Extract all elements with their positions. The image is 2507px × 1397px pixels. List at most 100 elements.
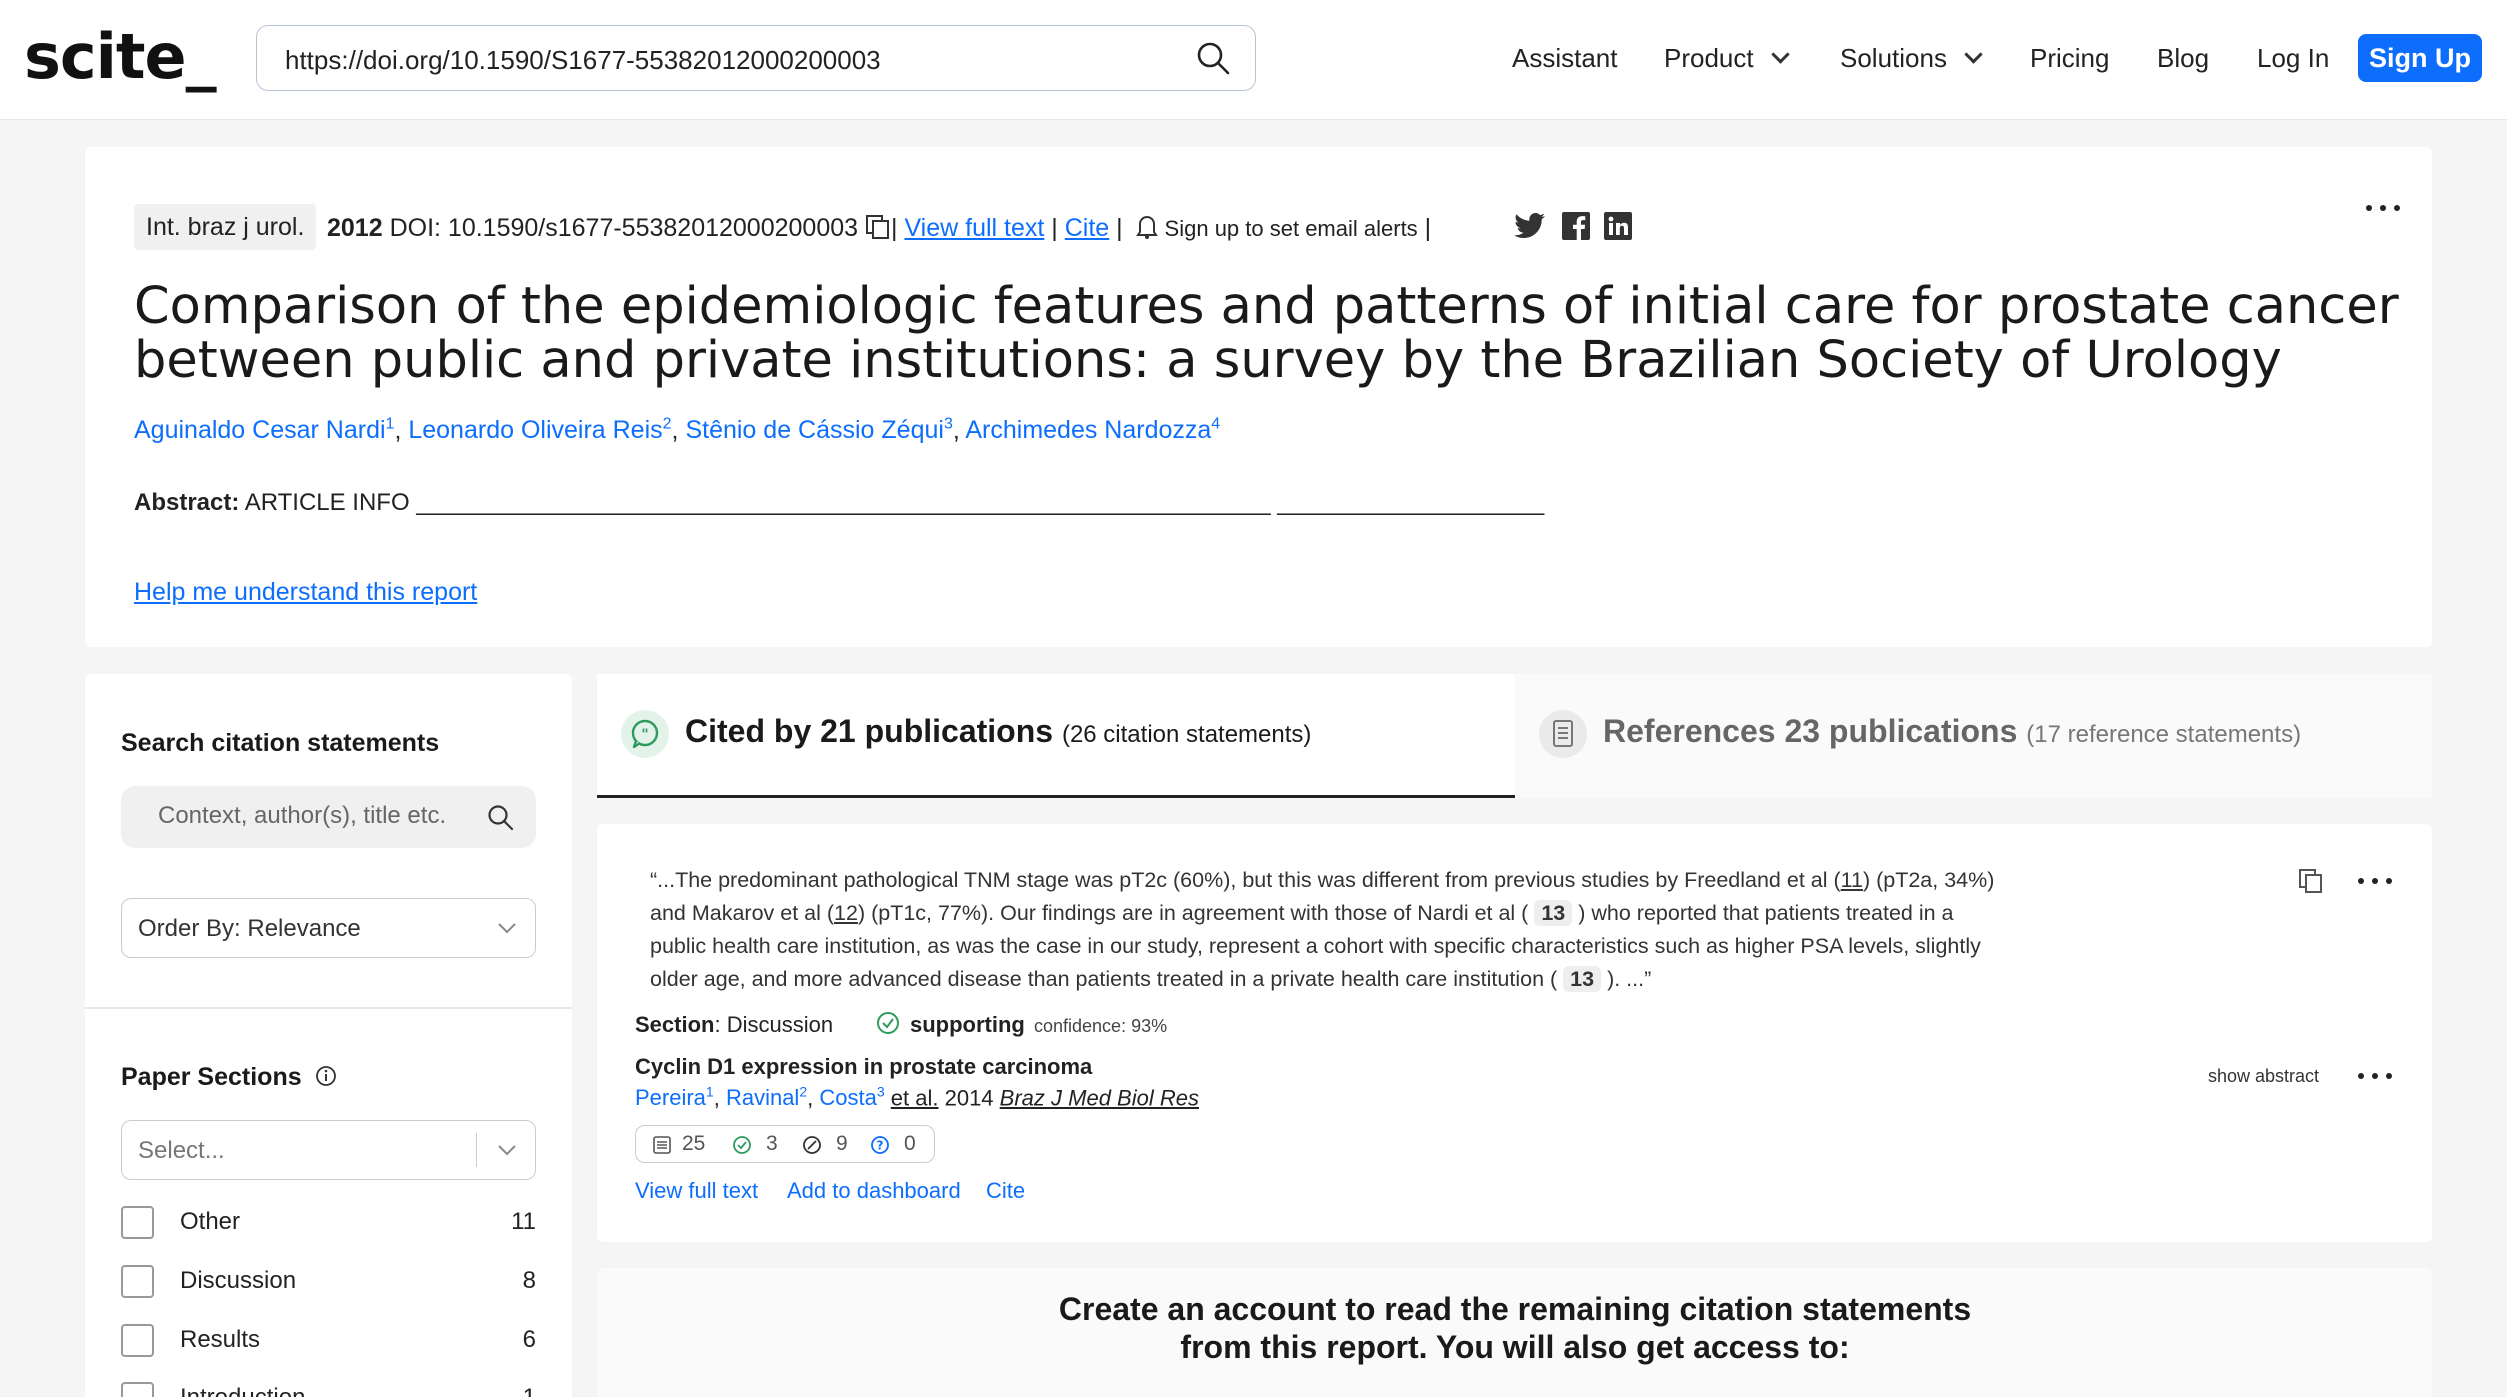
nav-pricing[interactable]: Pricing [2030,43,2109,74]
author-list: Aguinaldo Cesar Nardi1, Leonardo Oliveir… [134,416,1221,445]
author-link[interactable]: Archimedes Nardozza4 [965,416,1220,444]
citing-journal-link[interactable]: Braz J Med Biol Res [1000,1085,1199,1110]
citation-stats: 25 3 9 ? 0 [635,1125,935,1163]
search-input[interactable]: https://doi.org/10.1590/S1677-5538201200… [256,25,1256,91]
stat-mentioning: 9 [836,1132,848,1155]
ref-badge[interactable]: 13 [1534,900,1573,926]
supporting-icon [733,1136,751,1154]
email-alerts-link[interactable]: Sign up to set email alerts [1165,216,1418,241]
bell-icon [1135,216,1158,239]
nav-login[interactable]: Log In [2257,43,2329,74]
ref-badge[interactable]: 13 [1563,966,1602,992]
nav-product-label: Product [1664,43,1754,73]
section-label: Discussion [180,1267,297,1294]
citing-year: 2014 [944,1085,994,1111]
document-icon [1539,710,1587,758]
search-citations-heading: Search citation statements [121,729,440,757]
cite-link[interactable]: Cite [1065,214,1109,242]
paper-more-icon[interactable] [2358,1073,2392,1079]
section-label: Other [180,1208,241,1235]
view-full-text-link[interactable]: View full text [904,214,1044,242]
stat-contrasting: 0 [904,1132,916,1155]
mentioning-icon [803,1136,821,1154]
abstract-text: ARTICLE INFO ___________________________… [244,489,1545,516]
copy-icon[interactable] [2298,868,2324,894]
section-label: Results [180,1326,261,1353]
author-link[interactable]: Leonardo Oliveira Reis2 [408,416,671,444]
select-separator [475,1133,477,1167]
nav-product[interactable]: Product [1664,43,1790,74]
stat-total: 25 [682,1132,706,1155]
contrasting-icon: ? [871,1136,889,1154]
journal-badge: Int. braz j urol. [134,204,317,250]
twitter-icon[interactable] [1514,212,1546,240]
view-full-text-button[interactable]: View full text [635,1178,758,1204]
document-icon [653,1136,671,1154]
sidebar-divider [85,1007,572,1009]
more-options-icon[interactable] [2366,205,2400,211]
abstract: Abstract: ARTICLE INFO _________________… [134,489,1544,517]
section-select-placeholder: Select... [138,1137,225,1164]
create-account-prompt: Create an account to read the remaining … [1058,1291,1972,1365]
svg-text:": " [641,727,648,743]
citing-paper-title[interactable]: Cyclin D1 expression in prostate carcino… [635,1054,1092,1080]
ref-link[interactable]: 12 [834,901,858,925]
svg-text:?: ? [877,1139,884,1153]
section-checkbox-discussion[interactable] [121,1265,154,1298]
paper-doi: DOI: 10.1590/s1677-55382012000200003 [389,214,859,242]
check-circle-icon [877,1012,899,1034]
signup-button[interactable]: Sign Up [2358,34,2482,82]
nav-solutions[interactable]: Solutions [1840,43,1983,74]
section-count: 6 [522,1326,536,1353]
nav-blog[interactable]: Blog [2157,43,2209,74]
et-al-link[interactable]: et al. [891,1085,939,1110]
section-count: 1 [476,1384,536,1397]
facebook-icon[interactable] [1562,212,1590,240]
linkedin-icon[interactable] [1604,212,1632,240]
quote-bubble-icon: " [621,710,669,758]
section-label: Introduction [180,1384,305,1397]
tab-cited-by[interactable]: " Cited by 21 publications (26 citation … [597,674,1515,798]
order-by-select[interactable]: Order By: Relevance [121,898,536,958]
search-icon[interactable] [486,803,514,831]
tab-references-label: References 23 publications (17 reference… [1603,713,2302,749]
info-icon[interactable] [315,1065,337,1087]
section-checkbox-other[interactable] [121,1206,154,1239]
author-link[interactable]: Stênio de Cássio Zéqui3 [685,416,952,444]
cite-button[interactable]: Cite [986,1178,1025,1204]
search-icon[interactable] [1195,40,1231,76]
tab-references[interactable]: References 23 publications (17 reference… [1515,674,2432,798]
section-select[interactable]: Select... [121,1120,536,1180]
copy-icon[interactable] [865,214,891,240]
paper-meta: 2012 DOI: 10.1590/s1677-5538201200020000… [327,214,1432,242]
citing-paper-authors: Pereira1, Ravinal2, Costa3 et al. 2014 B… [635,1084,1199,1111]
chevron-down-icon [1964,45,1983,64]
supporting-label: supporting [910,1012,1025,1037]
stat-supporting: 3 [766,1132,778,1155]
section-count: 8 [522,1267,536,1294]
chevron-down-icon [498,1145,516,1156]
section-checkbox-results[interactable] [121,1324,154,1357]
abstract-label: Abstract: [134,489,240,516]
help-understand-link[interactable]: Help me understand this report [134,578,477,607]
ref-link[interactable]: 11 [1841,868,1863,892]
author-link[interactable]: Aguinaldo Cesar Nardi1 [134,416,394,444]
section-checkbox-introduction[interactable] [121,1382,154,1397]
author-link[interactable]: Ravinal2 [726,1084,807,1110]
author-link[interactable]: Costa3 [819,1084,884,1110]
chevron-down-icon [498,923,516,934]
show-abstract-link[interactable]: show abstract [2208,1066,2319,1087]
section-count: 11 [511,1208,536,1235]
top-nav: scite_ https://doi.org/10.1590/S1677-553… [0,0,2507,120]
paper-year: 2012 [327,214,383,242]
paper-title: Comparison of the epidemiologic features… [134,277,2399,390]
scite-logo[interactable]: scite_ [24,22,217,92]
add-to-dashboard-button[interactable]: Add to dashboard [787,1178,961,1204]
citation-search-placeholder: Context, author(s), title etc. [158,802,447,829]
citation-more-icon[interactable] [2358,878,2392,884]
nav-assistant[interactable]: Assistant [1512,43,1618,74]
citation-section: Section: Discussion [635,1012,834,1037]
author-link[interactable]: Pereira1 [635,1084,714,1110]
citation-quote: “...The predominant pathological TNM sta… [650,868,1995,992]
citation-search-input[interactable]: Context, author(s), title etc. [121,786,536,848]
